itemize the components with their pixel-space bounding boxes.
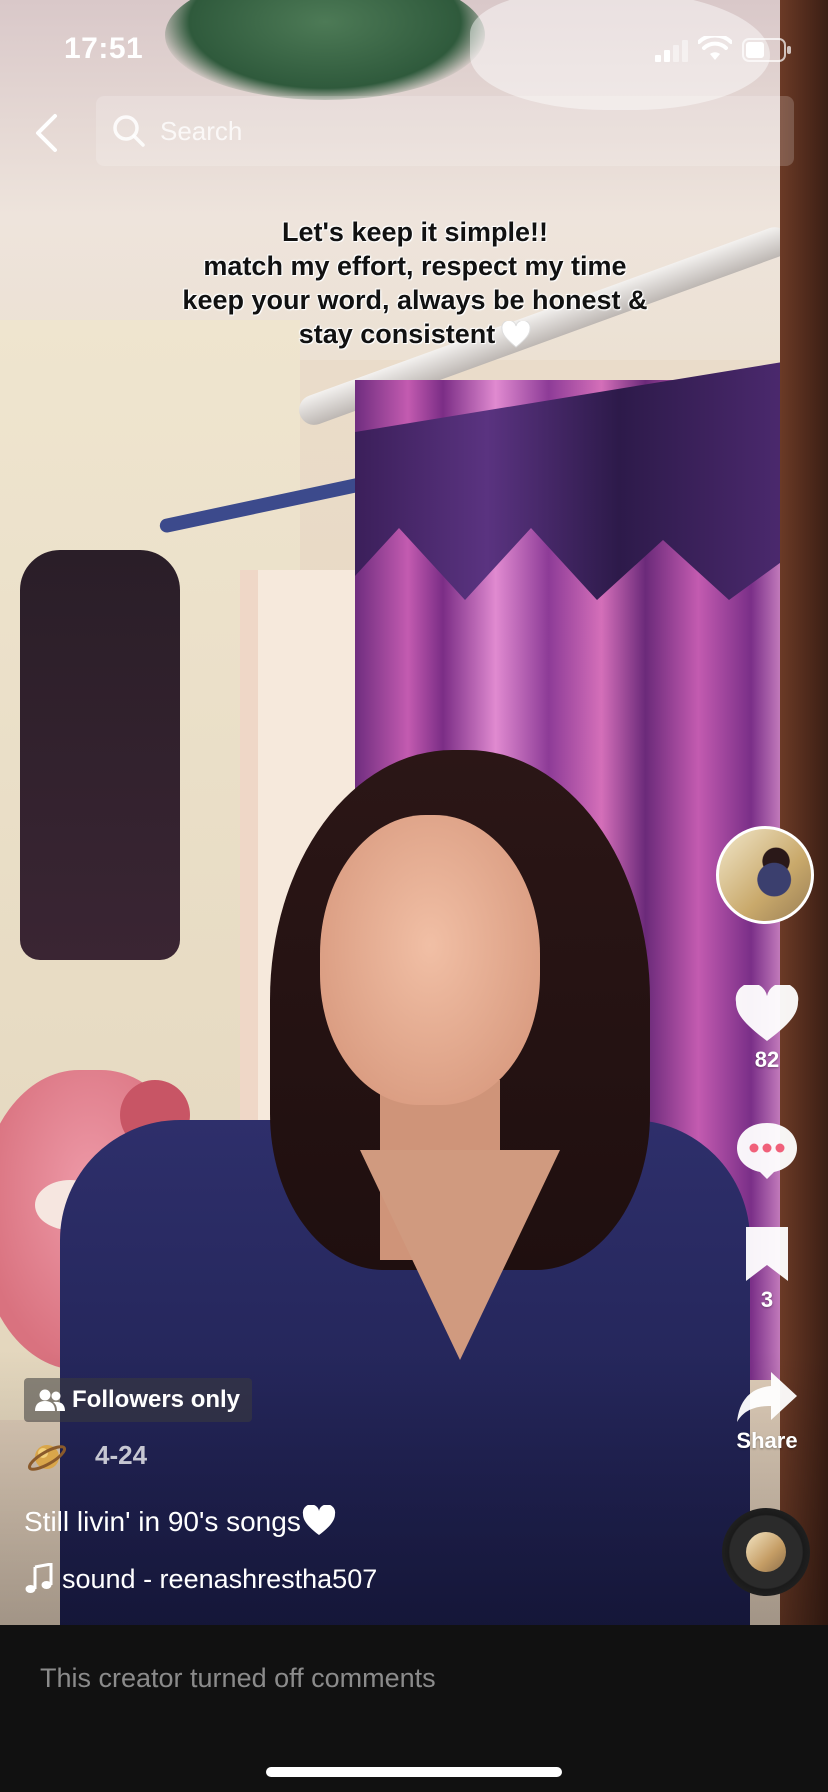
heart-icon [735, 985, 799, 1041]
post-date: 4-24 [95, 1440, 148, 1470]
white-heart-emoji-icon [302, 1505, 335, 1535]
sound-disc-cover [746, 1532, 786, 1572]
music-note-icon [25, 1563, 53, 1593]
overlay-line-2: match my effort, respect my time [203, 251, 627, 281]
like-count: 82 [754, 1047, 780, 1072]
users-icon [35, 1389, 65, 1411]
sound-link[interactable]: sound - reenashrestha507 [24, 1563, 377, 1595]
planet-emoji-icon [27, 1445, 67, 1471]
comment-icon [737, 1123, 797, 1179]
creator-avatar[interactable] [716, 826, 814, 924]
scene-jacket [20, 550, 180, 960]
scene-person-face [320, 815, 540, 1105]
followers-only-badge: Followers only [24, 1378, 253, 1422]
share-icon [737, 1372, 797, 1422]
wifi-icon [698, 36, 732, 60]
save-button[interactable]: 3 [712, 1225, 822, 1313]
save-count: 3 [760, 1287, 774, 1312]
overlay-line-4-wrapper: stay consistent [150, 317, 680, 351]
sound-name: sound - reenashrestha507 [62, 1563, 378, 1594]
post-caption-text: Still livin' in 90's songs [24, 1506, 301, 1537]
video-overlay-text: Let's keep it simple!! match my effort, … [150, 215, 680, 351]
followers-only-label: Followers only [72, 1386, 241, 1413]
comments-off-text: This creator turned off comments [40, 1663, 436, 1693]
share-label: Share [736, 1428, 798, 1453]
search-icon [113, 115, 145, 147]
back-icon [36, 114, 57, 152]
search-placeholder: Search [160, 116, 243, 146]
comment-button[interactable] [712, 1120, 822, 1180]
status-bar: 17:51 [0, 0, 828, 100]
search-input[interactable]: Search [96, 96, 794, 166]
overlay-line-3: keep your word, always be honest & [182, 285, 648, 315]
overlay-line-1: Let's keep it simple!! [282, 217, 548, 247]
bookmark-icon [746, 1227, 788, 1281]
white-heart-emoji-icon [501, 321, 531, 348]
sound-disc-button[interactable] [722, 1508, 810, 1596]
post-caption: Still livin' in 90's songs [24, 1505, 337, 1538]
battery-icon [742, 38, 791, 62]
like-button[interactable]: 82 [712, 985, 822, 1073]
share-button[interactable]: Share [712, 1370, 822, 1454]
home-indicator[interactable] [266, 1767, 562, 1777]
overlay-line-4: stay consistent [298, 319, 496, 349]
signal-icon [655, 40, 688, 62]
back-button[interactable] [26, 108, 66, 158]
status-time: 17:51 [64, 32, 144, 65]
comments-bar: This creator turned off comments [0, 1625, 828, 1792]
